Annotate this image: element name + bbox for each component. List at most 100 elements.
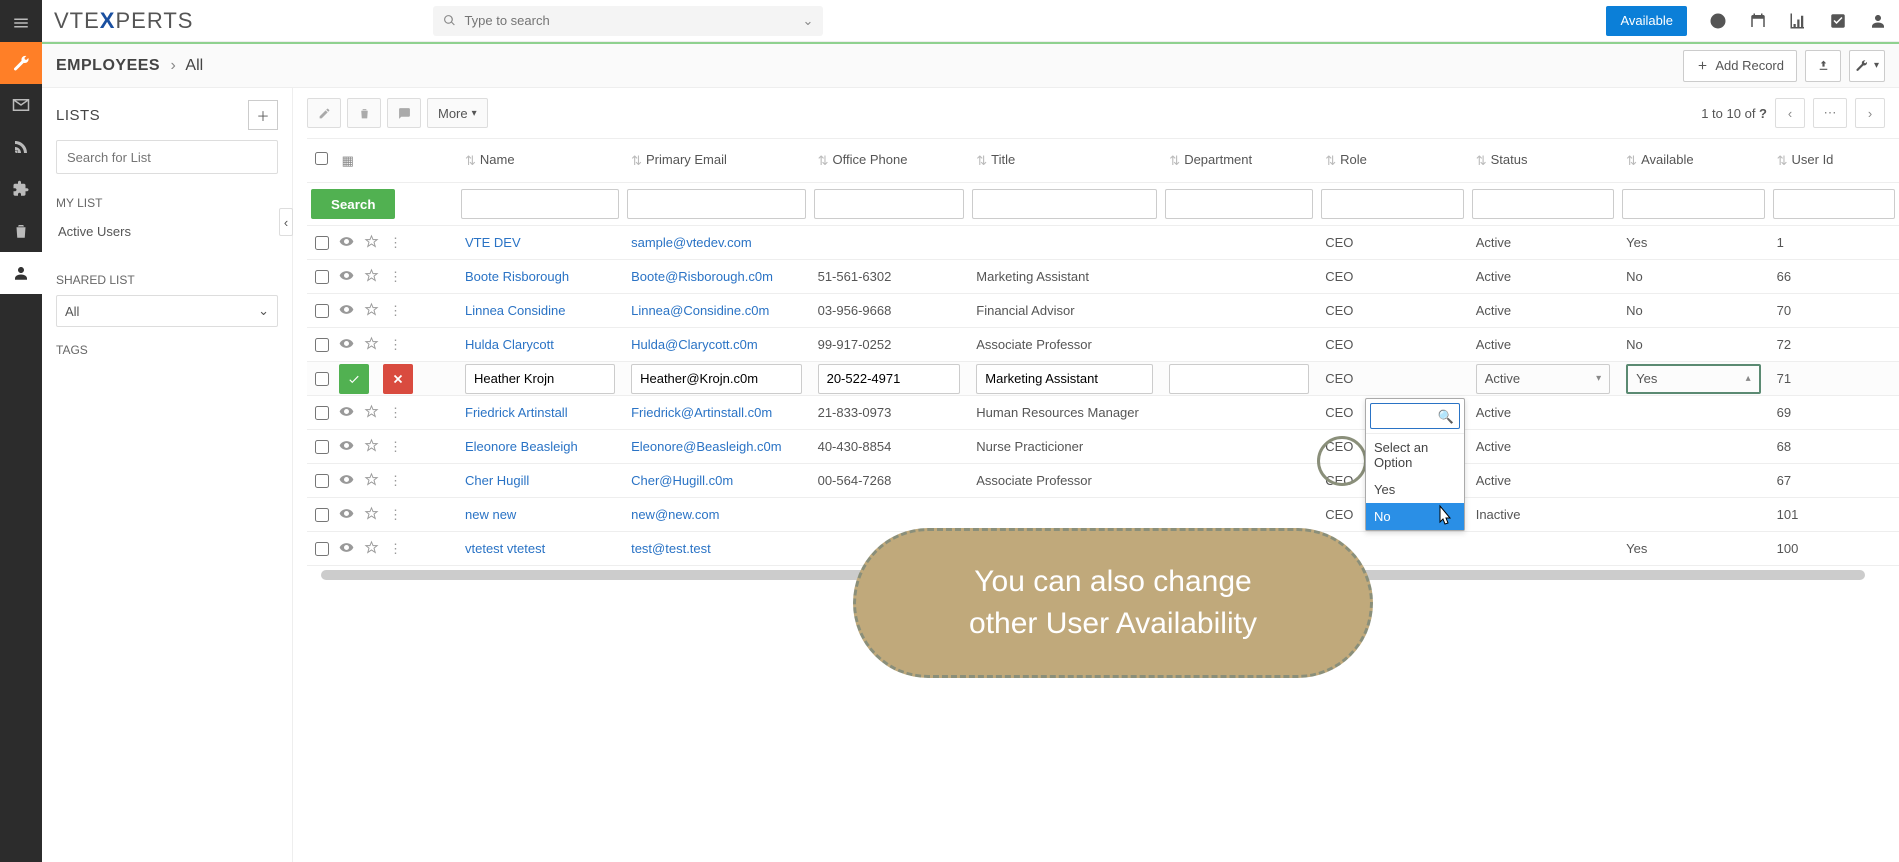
star-icon[interactable] — [364, 404, 379, 422]
eye-icon[interactable] — [339, 472, 354, 490]
row-name-link[interactable]: Cher Hugill — [465, 473, 529, 488]
kebab-icon[interactable]: ⋮ — [389, 507, 402, 523]
filter-title[interactable] — [972, 189, 1157, 219]
edit-email[interactable] — [631, 364, 802, 394]
edit-title[interactable] — [976, 364, 1153, 394]
menu-icon[interactable] — [0, 4, 42, 42]
kebab-icon[interactable]: ⋮ — [389, 303, 402, 319]
row-name-link[interactable]: VTE DEV — [465, 235, 521, 250]
filter-status[interactable] — [1472, 189, 1614, 219]
trash-icon[interactable] — [0, 210, 42, 252]
row-name-link[interactable]: Linnea Considine — [465, 303, 565, 318]
row-email-link[interactable]: sample@vtedev.com — [631, 235, 752, 250]
star-icon[interactable] — [364, 268, 379, 286]
edit-name[interactable] — [465, 364, 615, 394]
kebab-icon[interactable]: ⋮ — [389, 473, 402, 489]
list-item[interactable]: Active Users — [56, 218, 278, 245]
row-checkbox[interactable] — [315, 270, 329, 284]
eye-icon[interactable] — [339, 404, 354, 422]
settings-button[interactable]: ▾ — [1849, 50, 1885, 82]
row-name-link[interactable]: new new — [465, 507, 516, 522]
edit-button[interactable] — [307, 98, 341, 128]
filter-uid[interactable] — [1773, 189, 1895, 219]
eye-icon[interactable] — [339, 268, 354, 286]
row-email-link[interactable]: Hulda@Clarycott.c0m — [631, 337, 758, 352]
star-icon[interactable] — [364, 302, 379, 320]
row-checkbox[interactable] — [315, 304, 329, 318]
row-email-link[interactable]: Cher@Hugill.c0m — [631, 473, 733, 488]
chart-icon[interactable] — [1789, 12, 1807, 30]
col-title[interactable]: Title — [991, 152, 1015, 167]
chevron-down-icon[interactable]: ⌄ — [803, 13, 814, 29]
more-button[interactable]: More ▾ — [427, 98, 488, 128]
col-avail[interactable]: Available — [1641, 152, 1694, 167]
kebab-icon[interactable]: ⋮ — [389, 269, 402, 285]
edit-phone[interactable] — [818, 364, 961, 394]
filter-role[interactable] — [1321, 189, 1463, 219]
col-name[interactable]: Name — [480, 152, 515, 167]
kebab-icon[interactable]: ⋮ — [389, 235, 402, 251]
star-icon[interactable] — [364, 438, 379, 456]
pager-prev[interactable]: ‹ — [1775, 98, 1805, 128]
mail-icon[interactable] — [0, 84, 42, 126]
user-icon[interactable] — [0, 252, 42, 294]
row-checkbox[interactable] — [315, 508, 329, 522]
star-icon[interactable] — [364, 472, 379, 490]
global-search-input[interactable] — [464, 13, 802, 28]
eye-icon[interactable] — [339, 540, 354, 558]
filter-dept[interactable] — [1165, 189, 1313, 219]
row-name-link[interactable]: Hulda Clarycott — [465, 337, 554, 352]
col-uid[interactable]: User Id — [1792, 152, 1834, 167]
col-email[interactable]: Primary Email — [646, 152, 727, 167]
row-email-link[interactable]: Linnea@Considine.c0m — [631, 303, 769, 318]
row-checkbox[interactable] — [315, 406, 329, 420]
row-email-link[interactable]: new@new.com — [631, 507, 719, 522]
calendar-icon[interactable] — [1749, 12, 1767, 30]
eye-icon[interactable] — [339, 336, 354, 354]
collapse-handle[interactable]: ‹ — [279, 208, 293, 236]
row-cancel[interactable] — [383, 364, 413, 394]
checkbox-icon[interactable] — [1829, 12, 1847, 30]
edit-dept[interactable] — [1169, 364, 1309, 394]
eye-icon[interactable] — [339, 438, 354, 456]
star-icon[interactable] — [364, 336, 379, 354]
row-checkbox[interactable] — [315, 338, 329, 352]
comment-button[interactable] — [387, 98, 421, 128]
kebab-icon[interactable]: ⋮ — [389, 405, 402, 421]
edit-available-select[interactable]: Yes▴ — [1626, 364, 1760, 394]
pager-next[interactable]: › — [1855, 98, 1885, 128]
add-record-button[interactable]: Add Record — [1683, 50, 1797, 82]
filter-email[interactable] — [627, 189, 806, 219]
pager-jump[interactable]: ⋯ — [1813, 98, 1847, 128]
eye-icon[interactable] — [339, 234, 354, 252]
rss-icon[interactable] — [0, 126, 42, 168]
search-button[interactable]: Search — [311, 189, 395, 219]
global-search[interactable]: ⌄ — [433, 6, 823, 36]
wrench-icon[interactable] — [0, 42, 42, 84]
select-all-checkbox[interactable] — [315, 152, 328, 165]
eye-icon[interactable] — [339, 506, 354, 524]
shared-list-select[interactable]: All ⌄ — [56, 295, 278, 327]
edit-status-select[interactable]: Active▾ — [1476, 364, 1610, 394]
puzzle-icon[interactable] — [0, 168, 42, 210]
available-button[interactable]: Available — [1606, 6, 1687, 36]
col-dept[interactable]: Department — [1184, 152, 1252, 167]
star-icon[interactable] — [364, 540, 379, 558]
dropdown-option[interactable]: Select an Option — [1366, 434, 1464, 476]
row-confirm[interactable] — [339, 364, 369, 394]
row-checkbox[interactable] — [315, 236, 329, 250]
add-circle-icon[interactable] — [1709, 12, 1727, 30]
row-checkbox[interactable] — [315, 372, 329, 386]
kebab-icon[interactable]: ⋮ — [389, 337, 402, 353]
col-phone[interactable]: Office Phone — [833, 152, 908, 167]
kebab-icon[interactable]: ⋮ — [389, 541, 402, 557]
search-list-input[interactable] — [56, 140, 278, 174]
star-icon[interactable] — [364, 506, 379, 524]
filter-phone[interactable] — [814, 189, 965, 219]
import-button[interactable] — [1805, 50, 1841, 82]
row-name-link[interactable]: Boote Risborough — [465, 269, 569, 284]
row-checkbox[interactable] — [315, 440, 329, 454]
row-email-link[interactable]: test@test.test — [631, 541, 711, 556]
row-name-link[interactable]: Eleonore Beasleigh — [465, 439, 578, 454]
filter-avail[interactable] — [1622, 189, 1764, 219]
